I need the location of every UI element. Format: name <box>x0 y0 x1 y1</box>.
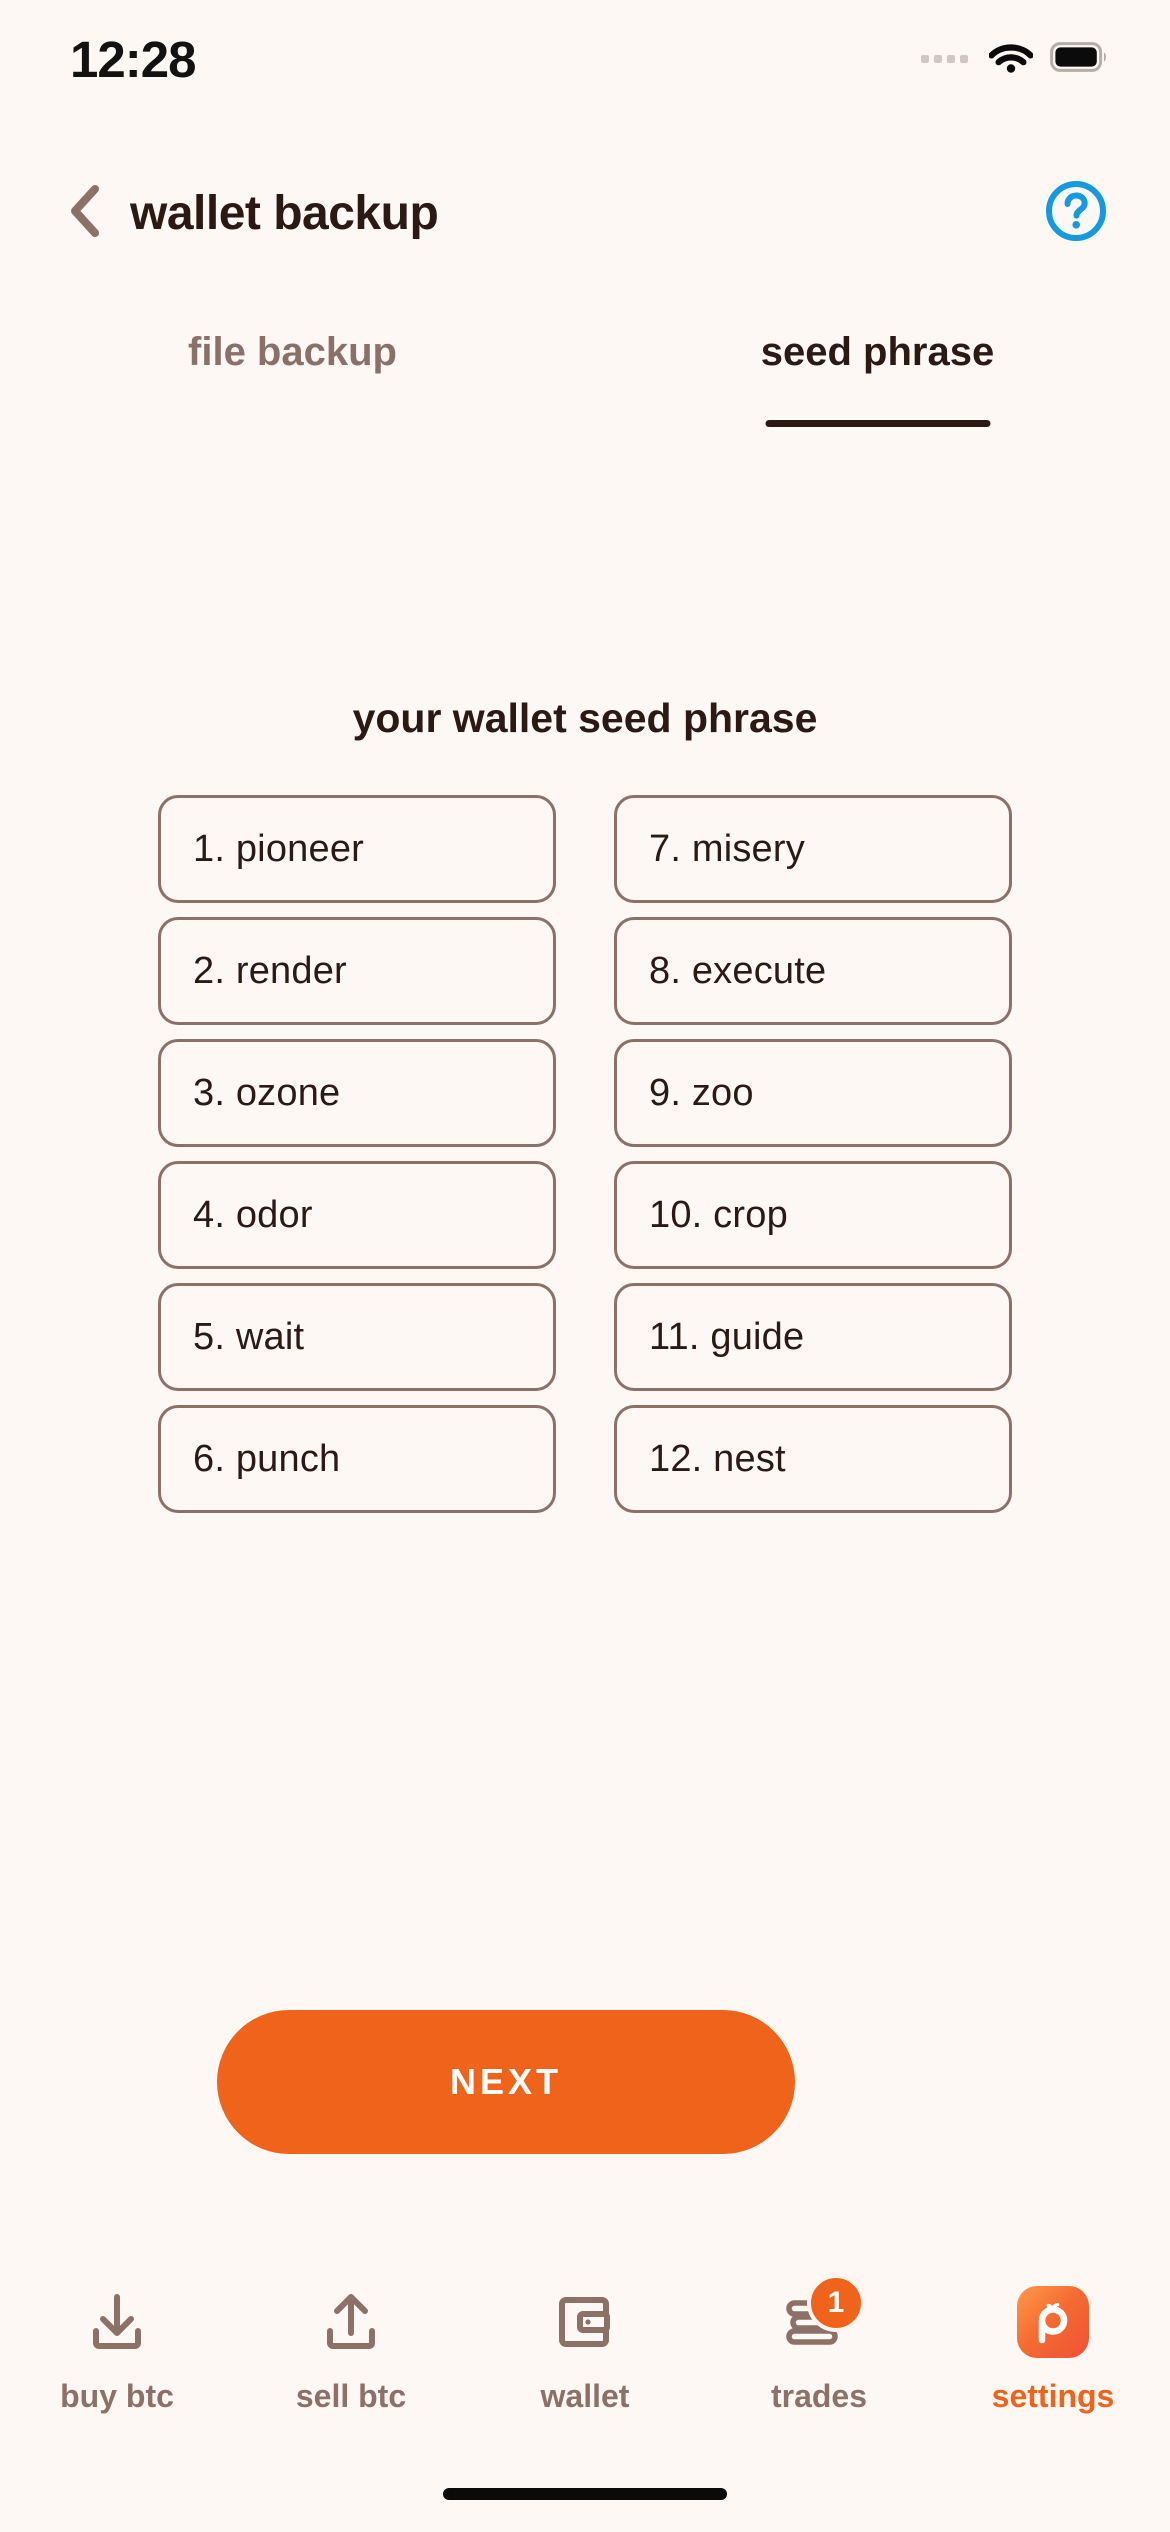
nav-item-settings[interactable]: settings <box>936 2280 1170 2415</box>
status-indicators <box>921 41 1108 78</box>
upload-tray-icon <box>316 2280 386 2364</box>
seed-phrase-grid: 1. pioneer 7. misery 2. render 8. execut… <box>158 795 1012 1513</box>
seed-word-8[interactable]: 8. execute <box>614 917 1012 1025</box>
tab-file-backup[interactable]: file backup <box>0 330 585 427</box>
nav-label-wallet: wallet <box>540 2378 630 2414</box>
chevron-left-icon <box>68 184 102 243</box>
seed-word-1[interactable]: 1. pioneer <box>158 795 556 903</box>
peach-app-logo-icon <box>1017 2280 1089 2364</box>
signal-dots-icon <box>921 55 968 63</box>
seed-word-2[interactable]: 2. render <box>158 917 556 1025</box>
coins-stack-icon: 1 <box>779 2274 865 2364</box>
back-button[interactable] <box>50 178 120 248</box>
seed-word-10[interactable]: 10. crop <box>614 1161 1012 1269</box>
nav-label-settings: settings <box>991 2378 1115 2414</box>
status-time: 12:28 <box>70 30 196 88</box>
page-title: wallet backup <box>130 186 439 240</box>
nav-label-sell-btc: sell btc <box>295 2378 407 2414</box>
battery-full-icon <box>1050 41 1108 77</box>
app-screen: 12:28 wallet backup file backup seed phr… <box>0 0 1170 2532</box>
tab-seed-phrase[interactable]: seed phrase <box>585 330 1170 427</box>
nav-label-trades: trades <box>770 2378 868 2414</box>
help-button[interactable] <box>1042 179 1110 247</box>
seed-word-3[interactable]: 3. ozone <box>158 1039 556 1147</box>
seed-word-9[interactable]: 9. zoo <box>614 1039 1012 1147</box>
download-tray-icon <box>82 2280 152 2364</box>
page-header: wallet backup <box>0 158 1170 268</box>
home-indicator[interactable] <box>443 2488 727 2500</box>
trades-badge: 1 <box>807 2274 865 2332</box>
backup-tabs: file backup seed phrase <box>0 330 1170 427</box>
status-bar: 12:28 <box>0 0 1170 118</box>
seed-word-4[interactable]: 4. odor <box>158 1161 556 1269</box>
seed-word-12[interactable]: 12. nest <box>614 1405 1012 1513</box>
seed-word-5[interactable]: 5. wait <box>158 1283 556 1391</box>
nav-label-buy-btc: buy btc <box>60 2378 174 2414</box>
wifi-icon <box>988 41 1034 78</box>
seed-word-11[interactable]: 11. guide <box>614 1283 1012 1391</box>
next-button[interactable]: NEXT <box>217 2010 795 2154</box>
help-circle-icon <box>1044 179 1108 248</box>
seed-phrase-heading: your wallet seed phrase <box>352 695 818 741</box>
app-icon-gradient <box>1017 2286 1089 2358</box>
nav-item-buy-btc[interactable]: buy btc <box>0 2280 234 2415</box>
seed-word-7[interactable]: 7. misery <box>614 795 1012 903</box>
wallet-icon <box>550 2280 620 2364</box>
nav-item-wallet[interactable]: wallet <box>468 2280 702 2415</box>
seed-word-6[interactable]: 6. punch <box>158 1405 556 1513</box>
nav-item-trades[interactable]: 1 trades <box>702 2274 936 2415</box>
nav-item-sell-btc[interactable]: sell btc <box>234 2280 468 2415</box>
